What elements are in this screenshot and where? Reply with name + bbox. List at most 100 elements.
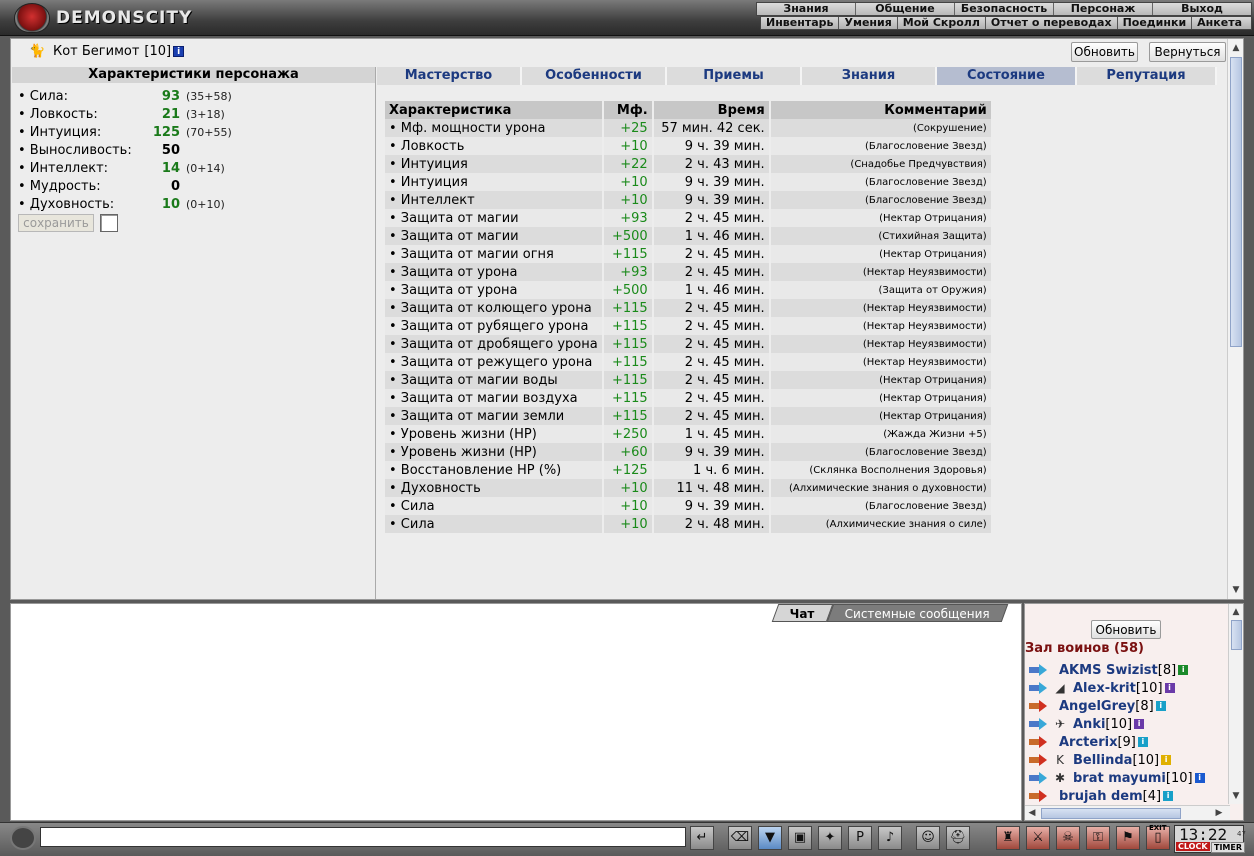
effect-comment: (Стихийная Защита) bbox=[770, 227, 991, 245]
user-name[interactable]: Alex-krit bbox=[1073, 681, 1136, 696]
user-info-icon[interactable]: i bbox=[1163, 791, 1174, 801]
table-header-row: Характеристика Мф. Время Комментарий bbox=[385, 101, 991, 119]
menu-item-character[interactable]: Персонаж bbox=[1053, 3, 1152, 15]
users-scroll-left-icon[interactable]: ◀ bbox=[1026, 806, 1038, 820]
sound-icon[interactable]: ♪ bbox=[878, 826, 902, 850]
user-name[interactable]: AKMS Swizist bbox=[1059, 663, 1158, 678]
private-arrow-icon[interactable] bbox=[1027, 717, 1049, 731]
users-scrollbar[interactable]: ▲ ▼ bbox=[1228, 604, 1243, 804]
tab-2[interactable]: Приемы bbox=[667, 67, 802, 85]
users-scroll-down-icon[interactable]: ▼ bbox=[1230, 789, 1242, 803]
user-row[interactable]: AngelGrey [8] i bbox=[1027, 697, 1166, 715]
user-info-icon[interactable]: i bbox=[1194, 773, 1205, 783]
lock-icon[interactable]: ⚿ bbox=[1086, 826, 1110, 850]
tab-chat[interactable]: Чат bbox=[772, 604, 834, 622]
menu-item-transfer-report[interactable]: Отчет о переводах bbox=[984, 17, 1117, 29]
user-name[interactable]: AngelGrey bbox=[1059, 699, 1135, 714]
effect-modifier: +115 bbox=[603, 299, 652, 317]
back-button[interactable]: Вернуться bbox=[1149, 42, 1226, 62]
private-icon[interactable]: P bbox=[848, 826, 872, 850]
tab-1[interactable]: Особенности bbox=[522, 67, 667, 85]
timer-button[interactable]: TIMER bbox=[1211, 842, 1246, 853]
enter-icon[interactable]: ↵ bbox=[690, 826, 714, 850]
scroll-thumb[interactable] bbox=[1230, 57, 1242, 347]
menu-item-duels[interactable]: Поединки bbox=[1116, 17, 1192, 29]
chat-input[interactable] bbox=[40, 827, 686, 847]
user-name[interactable]: brat mayumi bbox=[1073, 771, 1166, 786]
effect-characteristic: • Защита от магии воды bbox=[385, 371, 602, 389]
users-horizontal-scrollbar[interactable]: ◀ ▶ bbox=[1025, 805, 1230, 820]
users-scroll-thumb[interactable] bbox=[1231, 620, 1242, 650]
table-row: • Сила +10 9 ч. 39 мин. (Благословение Звез… bbox=[385, 497, 991, 515]
user-info-icon[interactable]: i bbox=[1178, 665, 1189, 675]
skull-icon[interactable]: ☠ bbox=[1056, 826, 1080, 850]
user-info-icon[interactable]: i bbox=[1155, 701, 1166, 711]
eraser-icon[interactable]: ⌫ bbox=[728, 826, 752, 850]
tab-0[interactable]: Мастерство bbox=[377, 67, 522, 85]
user-name[interactable]: Anki bbox=[1073, 717, 1105, 732]
tab-system-messages[interactable]: Системные сообщения bbox=[826, 604, 1009, 622]
user-row[interactable]: K Bellinda [10] i bbox=[1027, 751, 1172, 769]
sword-icon[interactable]: ⚔ bbox=[1026, 826, 1050, 850]
user-name[interactable]: Bellinda bbox=[1073, 753, 1132, 768]
scroll-up-icon[interactable]: ▲ bbox=[1230, 41, 1242, 55]
user-row[interactable]: ✱ brat mayumi [10] i bbox=[1027, 769, 1205, 787]
users-refresh-button[interactable]: Обновить bbox=[1091, 620, 1161, 639]
private-arrow-icon[interactable] bbox=[1027, 663, 1049, 677]
refresh-button[interactable]: Обновить bbox=[1071, 42, 1138, 62]
save-icon[interactable]: ▣ bbox=[788, 826, 812, 850]
menu-item-my-scroll[interactable]: Мой Скролл bbox=[896, 17, 985, 29]
menu-item-profile[interactable]: Анкета bbox=[1191, 17, 1247, 29]
effect-comment: (Нектар Отрицания) bbox=[770, 389, 991, 407]
private-arrow-icon[interactable] bbox=[1027, 771, 1049, 785]
helmet-icon[interactable]: ⛑ bbox=[946, 826, 970, 850]
private-arrow-icon[interactable] bbox=[1027, 699, 1049, 713]
save-button[interactable]: сохранить bbox=[18, 214, 94, 232]
user-info-icon[interactable]: i bbox=[1161, 755, 1172, 765]
exit-icon[interactable]: ▯ EXIT bbox=[1146, 824, 1170, 850]
user-row[interactable]: ✈ Anki [10] i bbox=[1027, 715, 1145, 733]
user-info-icon[interactable]: i bbox=[1164, 683, 1175, 693]
users-scroll-right-icon[interactable]: ▶ bbox=[1213, 806, 1225, 820]
fight-icon[interactable]: ✦ bbox=[818, 826, 842, 850]
table-row: • Уровень жизни (HP) +60 9 ч. 39 мин. (Благ… bbox=[385, 443, 991, 461]
users-hscroll-thumb[interactable] bbox=[1041, 808, 1181, 819]
effect-comment: (Защита от Оружия) bbox=[770, 281, 991, 299]
user-row[interactable]: ◢ Alex-krit [10] i bbox=[1027, 679, 1175, 697]
flag-icon[interactable]: ⚑ bbox=[1116, 826, 1140, 850]
main-scrollbar[interactable]: ▲ ▼ bbox=[1227, 39, 1243, 599]
tab-3[interactable]: Знания bbox=[802, 67, 937, 85]
fist-icon[interactable] bbox=[10, 826, 36, 850]
menu-item-skills[interactable]: Умения bbox=[838, 17, 896, 29]
smile-icon[interactable]: ☺ bbox=[916, 826, 940, 850]
private-arrow-icon[interactable] bbox=[1027, 753, 1049, 767]
users-scroll-up-icon[interactable]: ▲ bbox=[1230, 605, 1242, 619]
clock-button[interactable]: CLOCK bbox=[1176, 842, 1210, 851]
private-arrow-icon[interactable] bbox=[1027, 789, 1049, 803]
scroll-down-icon[interactable]: ▼ bbox=[1230, 583, 1242, 597]
chat-area[interactable]: Чат Системные сообщения bbox=[10, 603, 1022, 821]
info-icon[interactable]: i bbox=[173, 46, 185, 57]
private-arrow-icon[interactable] bbox=[1027, 735, 1049, 749]
user-name[interactable]: brujah dem bbox=[1059, 789, 1143, 804]
user-info-icon[interactable]: i bbox=[1134, 719, 1145, 729]
tab-4[interactable]: Состояние bbox=[937, 67, 1077, 85]
menu-item-knowledge[interactable]: Знания bbox=[757, 3, 855, 15]
table-row: • Духовность +10 11 ч. 48 мин. (Алхимически… bbox=[385, 479, 991, 497]
primary-menu: Знания Общение Безопасность Персонаж Вых… bbox=[756, 2, 1252, 16]
menu-item-communication[interactable]: Общение bbox=[855, 3, 954, 15]
user-row[interactable]: Arcterix [9] i bbox=[1027, 733, 1148, 751]
private-arrow-icon[interactable] bbox=[1027, 681, 1049, 695]
menu-item-security[interactable]: Безопасность bbox=[954, 3, 1053, 15]
menu-item-inventory[interactable]: Инвентарь bbox=[761, 17, 838, 29]
bag-icon[interactable]: ♜ bbox=[996, 826, 1020, 850]
user-row[interactable]: brujah dem [4] i bbox=[1027, 787, 1174, 805]
save-checkbox[interactable] bbox=[100, 214, 118, 232]
user-info-icon[interactable]: i bbox=[1137, 737, 1148, 747]
menu-item-exit[interactable]: Выход bbox=[1152, 3, 1251, 15]
user-name[interactable]: Arcterix bbox=[1059, 735, 1117, 750]
tab-5[interactable]: Репутация bbox=[1077, 67, 1217, 85]
filter-icon[interactable]: ▼ bbox=[758, 826, 782, 850]
user-level: [8] bbox=[1157, 662, 1177, 678]
user-row[interactable]: AKMS Swizist [8] i bbox=[1027, 661, 1189, 679]
